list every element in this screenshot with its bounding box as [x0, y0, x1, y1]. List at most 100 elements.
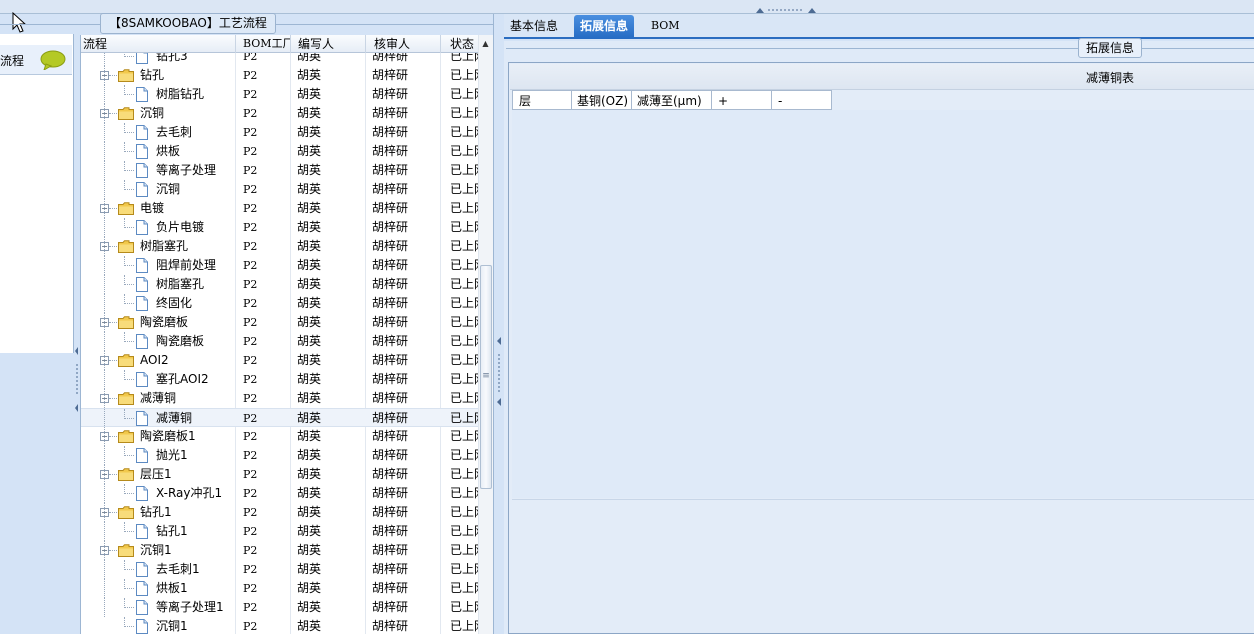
column-header-thin-to[interactable]: 减薄至(μm) — [632, 90, 712, 110]
tree-folder-row[interactable]: −沉铜1P2胡英胡梓研已上网 — [81, 541, 479, 560]
tree-folder-row[interactable]: −沉铜P2胡英胡梓研已上网 — [81, 104, 479, 123]
left-panel-empty-area — [0, 353, 74, 634]
tree-folder-row[interactable]: −钻孔P2胡英胡梓研已上网 — [81, 66, 479, 85]
tree-leaf-row[interactable]: 钻孔1 P2 胡英 胡梓研 已上网 — [81, 522, 479, 541]
status-cell: 已上网 — [450, 201, 479, 215]
add-row-button[interactable]: + — [712, 90, 772, 110]
tree-leaf-row[interactable]: 减薄铜 P2 胡英 胡梓研 已上网 — [81, 408, 479, 428]
status-cell: 已上网 — [450, 68, 479, 82]
thinning-copper-table-body — [512, 110, 1254, 498]
tree-leaf-row[interactable]: 去毛刺 P2 胡英 胡梓研 已上网 — [81, 123, 479, 142]
tree-leaf-row[interactable]: 等离子处理1 P2 胡英 胡梓研 已上网 — [81, 598, 479, 617]
column-header-reviewer[interactable]: 核审人 — [366, 35, 441, 53]
status-cell: 已上网 — [450, 163, 479, 177]
column-header-layer[interactable]: 层 — [512, 90, 572, 110]
tab-basic-info[interactable]: 基本信息 — [504, 15, 564, 39]
tree-leaf-row[interactable]: 烘板1 P2 胡英 胡梓研 已上网 — [81, 579, 479, 598]
chat-bubble-icon[interactable] — [40, 50, 66, 70]
status-cell: 已上网 — [450, 182, 479, 196]
writer-cell: 胡英 — [297, 467, 322, 481]
reviewer-cell: 胡梓研 — [372, 543, 409, 557]
document-icon — [136, 600, 148, 615]
reviewer-cell: 胡梓研 — [372, 562, 409, 576]
status-cell: 已上网 — [450, 619, 479, 633]
column-header-process[interactable]: 流程 — [81, 35, 236, 53]
bom-factory-cell: P2 — [243, 107, 258, 120]
bom-factory-cell: P2 — [243, 430, 258, 443]
tree-leaf-row[interactable]: 阻焊前处理 P2 胡英 胡梓研 已上网 — [81, 256, 479, 275]
tree-leaf-row[interactable]: 沉铜1 P2 胡英 胡梓研 已上网 — [81, 617, 479, 634]
tree-node-label: 陶瓷磨板 — [140, 315, 189, 329]
right-splitter[interactable] — [493, 14, 504, 634]
tab-bom[interactable]: BOM — [645, 15, 686, 39]
tree-leaf-row[interactable]: 塞孔AOI2 P2 胡英 胡梓研 已上网 — [81, 370, 479, 389]
reviewer-cell: 胡梓研 — [372, 524, 409, 538]
status-cell: 已上网 — [450, 220, 479, 234]
status-cell: 已上网 — [450, 106, 479, 120]
tree-node-label: X-Ray冲孔1 — [156, 486, 223, 500]
reviewer-cell: 胡梓研 — [372, 277, 409, 291]
table-bottom-border — [512, 499, 1254, 500]
document-icon — [136, 448, 148, 463]
writer-cell: 胡英 — [297, 524, 322, 538]
mouse-cursor-icon — [12, 12, 27, 33]
tree-leaf-row[interactable]: 终固化 P2 胡英 胡梓研 已上网 — [81, 294, 479, 313]
tree-leaf-row[interactable]: 抛光1 P2 胡英 胡梓研 已上网 — [81, 446, 479, 465]
reviewer-cell: 胡梓研 — [372, 296, 409, 310]
tree-leaf-row[interactable]: 负片电镀 P2 胡英 胡梓研 已上网 — [81, 218, 479, 237]
status-cell: 已上网 — [450, 334, 479, 348]
bom-factory-cell: P2 — [243, 202, 258, 215]
tree-node-label: 层压1 — [140, 467, 172, 481]
folder-icon — [118, 202, 134, 215]
writer-cell: 胡英 — [297, 277, 322, 291]
tree-folder-row[interactable]: −AOI2P2胡英胡梓研已上网 — [81, 351, 479, 370]
tree-node-label: 塞孔AOI2 — [156, 372, 209, 386]
tree-leaf-row[interactable]: 树脂塞孔 P2 胡英 胡梓研 已上网 — [81, 275, 479, 294]
top-splitter-grip[interactable] — [756, 6, 816, 14]
tree-folder-row[interactable]: −电镀P2胡英胡梓研已上网 — [81, 199, 479, 218]
writer-cell: 胡英 — [297, 296, 322, 310]
column-header-bom-factory[interactable]: BOM工厂 — [236, 35, 291, 53]
tree-folder-row[interactable]: −树脂塞孔P2胡英胡梓研已上网 — [81, 237, 479, 256]
tree-leaf-row[interactable]: 烘板 P2 胡英 胡梓研 已上网 — [81, 142, 479, 161]
writer-cell: 胡英 — [297, 220, 322, 234]
scroll-up-arrow-icon[interactable]: ▲ — [478, 37, 493, 51]
document-icon — [136, 220, 148, 235]
column-header-writer[interactable]: 编写人 — [291, 35, 366, 53]
tree-leaf-row[interactable]: 树脂钻孔 P2 胡英 胡梓研 已上网 — [81, 85, 479, 104]
writer-cell: 胡英 — [297, 201, 322, 215]
status-cell: 已上网 — [450, 448, 479, 462]
tree-folder-row[interactable]: −陶瓷磨板1P2胡英胡梓研已上网 — [81, 427, 479, 446]
tree-leaf-row[interactable]: 沉铜 P2 胡英 胡梓研 已上网 — [81, 180, 479, 199]
tree-folder-row[interactable]: −陶瓷磨板P2胡英胡梓研已上网 — [81, 313, 479, 332]
tree-leaf-row[interactable]: 钻孔3 P2 胡英 胡梓研 已上网 — [81, 53, 479, 66]
tree-node-label: 烘板1 — [156, 581, 188, 595]
column-header-base-copper[interactable]: 基铜(OZ) — [572, 90, 632, 110]
reviewer-cell: 胡梓研 — [372, 125, 409, 139]
tree-leaf-row[interactable]: X-Ray冲孔1 P2 胡英 胡梓研 已上网 — [81, 484, 479, 503]
scrollbar-grip-icon: ≡ — [482, 371, 490, 381]
reviewer-cell: 胡梓研 — [372, 581, 409, 595]
tree-folder-row[interactable]: −钻孔1P2胡英胡梓研已上网 — [81, 503, 479, 522]
reviewer-cell: 胡梓研 — [372, 600, 409, 614]
writer-cell: 胡英 — [297, 144, 322, 158]
column-header-status[interactable]: 状态 — [441, 35, 479, 53]
bom-factory-cell: P2 — [243, 582, 258, 595]
writer-cell: 胡英 — [297, 182, 322, 196]
tree-leaf-row[interactable]: 陶瓷磨板 P2 胡英 胡梓研 已上网 — [81, 332, 479, 351]
grid-header: 流程 BOM工厂 编写人 核审人 状态 — [81, 35, 479, 53]
tree-folder-row[interactable]: −层压1P2胡英胡梓研已上网 — [81, 465, 479, 484]
document-icon — [136, 334, 148, 349]
bom-factory-cell: P2 — [243, 601, 258, 614]
status-cell: 已上网 — [450, 87, 479, 101]
writer-cell: 胡英 — [297, 258, 322, 272]
tree-leaf-row[interactable]: 等离子处理 P2 胡英 胡梓研 已上网 — [81, 161, 479, 180]
tree-leaf-row[interactable]: 去毛刺1 P2 胡英 胡梓研 已上网 — [81, 560, 479, 579]
tab-extension-info[interactable]: 拓展信息 — [574, 15, 635, 39]
tree-folder-row[interactable]: −减薄铜P2胡英胡梓研已上网 — [81, 389, 479, 408]
bom-factory-cell: P2 — [243, 392, 258, 405]
status-cell: 已上网 — [450, 411, 479, 425]
remove-row-button[interactable]: - — [772, 90, 832, 110]
reviewer-cell: 胡梓研 — [372, 258, 409, 272]
folder-icon — [118, 544, 134, 557]
